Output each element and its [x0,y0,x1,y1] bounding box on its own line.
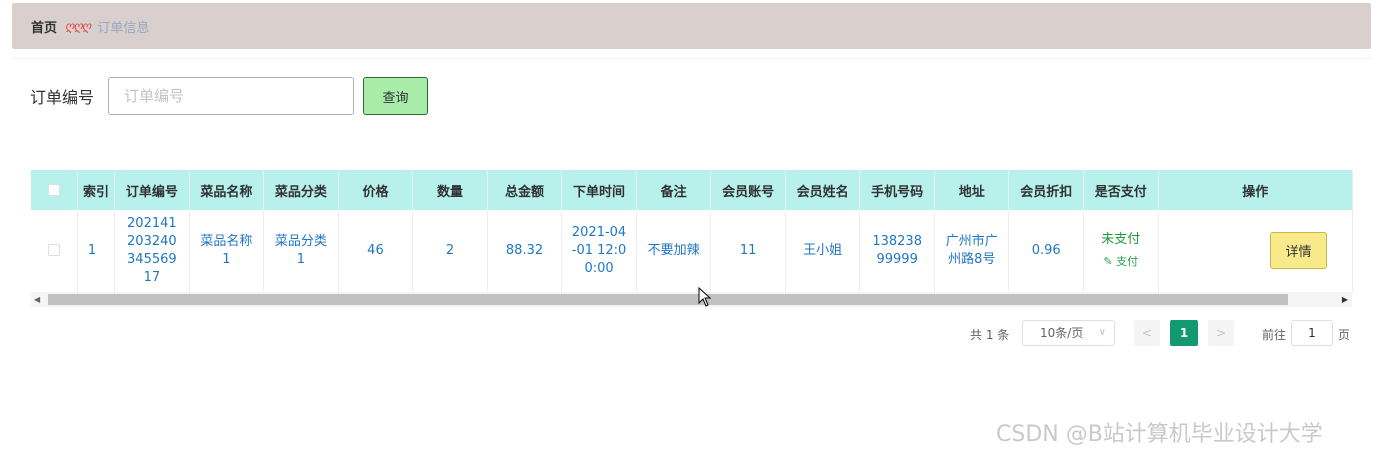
header-phone: 手机号码 [859,170,935,210]
select-all-checkbox[interactable] [47,184,60,196]
breadcrumb-home[interactable]: 首页 [31,17,57,36]
page-size-value: 10条/页 [1040,326,1084,340]
header-quantity: 数量 [412,170,488,210]
header-order-no: 订单编号 [114,170,190,210]
pagination-total: 共 1 条 [970,328,1010,342]
row-checkbox[interactable] [47,244,60,257]
cell-index: 1 [77,210,116,293]
header-member-account: 会员账号 [710,170,786,210]
cell-order-no: 20214120324034556917 [114,210,190,293]
cell-action: 详情 [1158,210,1353,293]
cell-price: 46 [338,210,414,293]
chevron-right-icon: > [1215,326,1227,340]
next-page-button[interactable]: > [1208,320,1234,346]
goto-page-input[interactable]: 1 [1291,320,1333,346]
cell-pay-status: 未支付 ✎ 支付 [1083,210,1159,293]
header-pay-status: 是否支付 [1083,170,1159,210]
cell-total: 88.32 [487,210,563,293]
goto-label: 前往 [1262,328,1287,342]
cell-dish-category: 菜品分类1 [263,210,339,293]
header-select-all[interactable] [31,170,78,210]
goto-unit: 页 [1338,328,1351,342]
header-member-name: 会员姓名 [785,170,861,210]
breadcrumb: 首页 ღღღ 订单信息 [12,3,1371,49]
scrollbar-thumb[interactable] [48,294,1288,305]
header-note: 备注 [636,170,712,210]
chevron-left-icon: < [1141,326,1153,340]
header-order-time: 下单时间 [561,170,637,210]
breadcrumb-current: 订单信息 [97,20,150,36]
prev-page-button[interactable]: < [1134,320,1160,346]
watermark: CSDN @B站计算机毕业设计大学 [996,422,1323,447]
chevron-down-icon: ∨ [1098,327,1106,338]
cell-member-name: 王小姐 [785,210,861,293]
header-total: 总金额 [487,170,563,210]
breadcrumb-separator: ღღღ [65,19,91,33]
header-action: 操作 [1158,170,1353,210]
mouse-cursor-icon [698,287,712,307]
detail-button[interactable]: 详情 [1270,232,1327,270]
cell-member-account: 11 [710,210,786,293]
cell-note: 不要加辣 [636,210,712,293]
cell-order-time: 2021-04-01 12:00:00 [561,210,637,293]
pagination: 共 1 条 10条/页 ∨ < 1 > 前往 1 页 [0,320,1386,346]
cell-quantity: 2 [412,210,488,293]
order-table: 索引 订单编号 菜品名称 菜品分类 价格 数量 总金额 下单时间 备注 会员账号… [31,170,1353,308]
header-discount: 会员折扣 [1008,170,1084,210]
cell-phone: 13823899999 [859,210,935,293]
cell-dish-name: 菜品名称1 [189,210,265,293]
header-index: 索引 [77,170,116,210]
pay-icon: ✎ [1103,254,1113,268]
pay-link[interactable]: ✎ 支付 [1088,253,1154,271]
header-price: 价格 [338,170,414,210]
horizontal-scrollbar[interactable]: ◀ ▶ [31,292,1352,307]
cell-address: 广州市广州路8号 [934,210,1010,293]
query-button[interactable]: 查询 [363,77,428,115]
table-header-row: 索引 订单编号 菜品名称 菜品分类 价格 数量 总金额 下单时间 备注 会员账号… [31,170,1353,210]
search-form: 订单编号 查询 [30,77,428,115]
pay-status-text: 未支付 [1101,231,1141,247]
order-no-input[interactable] [108,77,354,115]
scroll-right-arrow-icon[interactable]: ▶ [1342,295,1348,304]
page-size-select[interactable]: 10条/页 ∨ [1022,320,1115,346]
pay-link-label: 支付 [1116,254,1139,268]
page: 首页 ღღღ 订单信息 订单编号 查询 索引 订单编号 菜品名称 [0,0,1386,454]
row-select-cell[interactable] [31,210,78,293]
order-no-label: 订单编号 [30,88,95,107]
cell-discount: 0.96 [1008,210,1084,293]
table-row: 1 20214120324034556917 菜品名称1 菜品分类1 46 2 … [31,210,1353,293]
header-dish-name: 菜品名称 [189,170,265,210]
scroll-left-arrow-icon[interactable]: ◀ [34,295,40,304]
page-number-current[interactable]: 1 [1170,320,1198,346]
header-address: 地址 [934,170,1010,210]
header-dish-category: 菜品分类 [263,170,339,210]
